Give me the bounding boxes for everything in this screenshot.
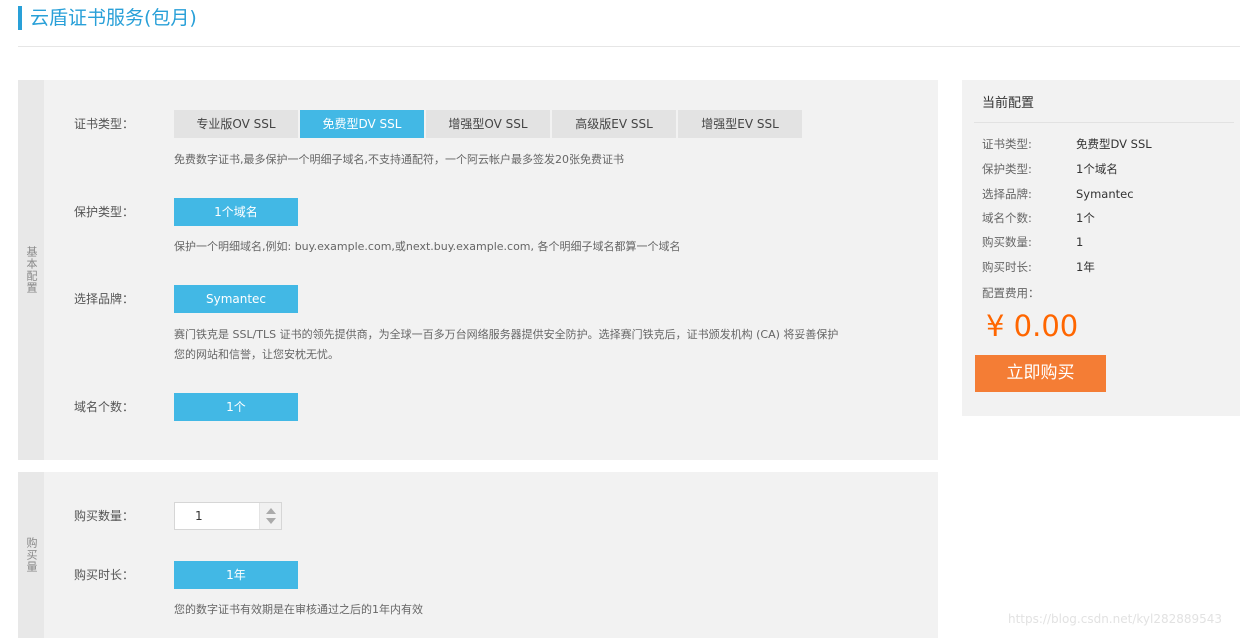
brand-desc-line2: 您的网站和信誉，让您安枕无忧。 bbox=[174, 348, 339, 361]
increment-icon[interactable] bbox=[265, 508, 276, 514]
decrement-icon[interactable] bbox=[265, 518, 276, 524]
cert-type-label: 证书类型： bbox=[74, 117, 135, 131]
summary-key: 选择品牌: bbox=[982, 187, 1032, 201]
brand-button[interactable]: Symantec bbox=[174, 285, 298, 313]
domain-count-button[interactable]: 1个 bbox=[174, 393, 298, 421]
title-divider bbox=[18, 46, 1240, 47]
basic-config-side-label: 基本配置 bbox=[18, 80, 44, 460]
protect-type-desc: 保护一个明细域名,例如: buy.example.com,或next.buy.e… bbox=[174, 240, 681, 253]
domain-count-label: 域名个数： bbox=[74, 400, 135, 414]
quantity-spin-buttons bbox=[259, 503, 281, 529]
basic-config-panel: 基本配置 证书类型： 专业版OV SSL 免费型DV SSL 增强型OV SSL… bbox=[18, 80, 938, 460]
summary-value: 1年 bbox=[1076, 260, 1095, 274]
brand-label: 选择品牌： bbox=[74, 292, 135, 306]
summary-key: 域名个数: bbox=[982, 211, 1032, 225]
tab-ev-advanced[interactable]: 高级版EV SSL bbox=[552, 110, 676, 138]
summary-key: 购买数量: bbox=[982, 235, 1032, 249]
duration-label: 购买时长： bbox=[74, 568, 135, 582]
tab-ov-pro[interactable]: 专业版OV SSL bbox=[174, 110, 298, 138]
protect-type-label: 保护类型： bbox=[74, 205, 135, 219]
duration-desc: 您的数字证书有效期是在审核通过之后的1年内有效 bbox=[174, 603, 423, 616]
summary-key: 购买时长: bbox=[982, 260, 1032, 274]
duration-button[interactable]: 1年 bbox=[174, 561, 298, 589]
page-title: 云盾证书服务(包月) bbox=[18, 6, 197, 30]
tab-ov-enhanced[interactable]: 增强型OV SSL bbox=[426, 110, 550, 138]
quantity-stepper bbox=[174, 502, 282, 530]
summary-divider bbox=[974, 122, 1234, 123]
tab-dv-free[interactable]: 免费型DV SSL bbox=[300, 110, 424, 138]
purchase-side-label: 购买量 bbox=[18, 472, 44, 638]
protect-type-button[interactable]: 1个域名 bbox=[174, 198, 298, 226]
basic-config-label: 基本配置 bbox=[25, 246, 38, 294]
purchase-panel: 购买量 购买数量： 购买时长： 1年 您的数字证书有效期是在审核通过之后的1年内… bbox=[18, 472, 938, 638]
cert-type-tabs: 专业版OV SSL 免费型DV SSL 增强型OV SSL 高级版EV SSL … bbox=[174, 110, 804, 138]
summary-value: 1 bbox=[1076, 235, 1084, 249]
summary-value: 1个域名 bbox=[1076, 162, 1118, 176]
summary-key: 保护类型: bbox=[982, 162, 1032, 176]
quantity-label: 购买数量： bbox=[74, 509, 135, 523]
current-config-title: 当前配置 bbox=[982, 96, 1035, 111]
summary-value: Symantec bbox=[1076, 187, 1134, 201]
price-label: 配置费用： bbox=[982, 286, 1040, 300]
summary-value: 免费型DV SSL bbox=[1076, 137, 1152, 151]
current-config-panel: 当前配置 证书类型: 免费型DV SSL 保护类型: 1个域名 选择品牌: Sy… bbox=[962, 80, 1240, 416]
summary-key: 证书类型: bbox=[982, 137, 1032, 151]
brand-desc-line1: 赛门铁克是 SSL/TLS 证书的领先提供商，为全球一百多万台网络服务器提供安全… bbox=[174, 328, 839, 341]
buy-now-button[interactable]: 立即购买 bbox=[975, 355, 1106, 392]
summary-value: 1个 bbox=[1076, 211, 1095, 225]
watermark: https://blog.csdn.net/kyl282889543 bbox=[1008, 612, 1223, 626]
purchase-label: 购买量 bbox=[25, 537, 38, 573]
cert-type-desc: 免费数字证书,最多保护一个明细子域名,不支持通配符，一个阿云帐户最多签发20张免… bbox=[174, 153, 624, 166]
quantity-input[interactable] bbox=[175, 503, 259, 529]
price-amount: ¥ 0.00 bbox=[986, 309, 1079, 343]
tab-ev-enhanced[interactable]: 增强型EV SSL bbox=[678, 110, 802, 138]
